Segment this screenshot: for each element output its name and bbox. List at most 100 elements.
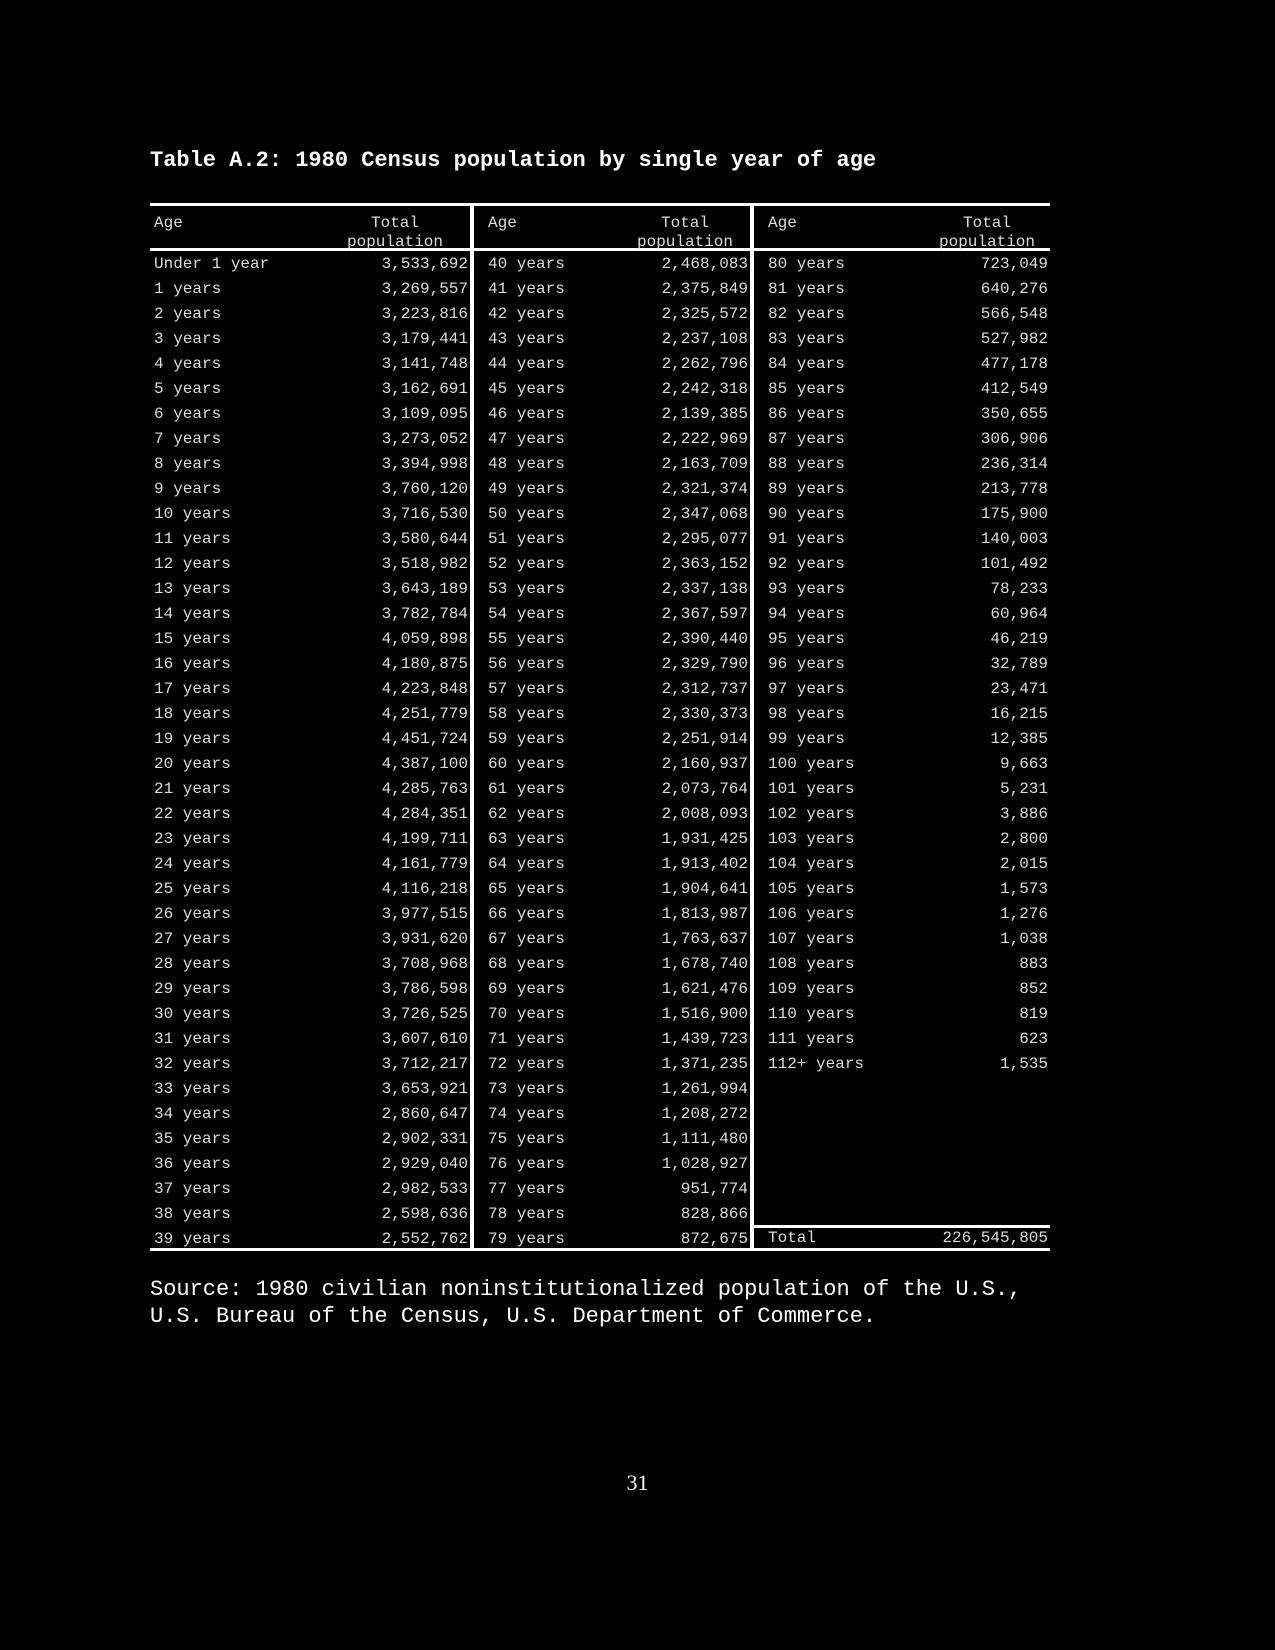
population-cell: 3,269,557: [381, 280, 468, 298]
age-cell: 76 years: [488, 1155, 565, 1173]
age-cell: 69 years: [488, 980, 565, 998]
population-cell: 3,760,120: [381, 480, 468, 498]
table-row: 32 years 3,712,217: [150, 1052, 470, 1077]
age-cell: 23 years: [154, 830, 231, 848]
table-row: 63 years 1,931,425: [474, 827, 750, 852]
population-cell: 1,904,641: [661, 880, 748, 898]
age-cell: 30 years: [154, 1005, 231, 1023]
age-cell: 96 years: [768, 655, 845, 673]
population-cell: 1,208,272: [661, 1105, 748, 1123]
table-row: 39 years 2,552,762: [150, 1227, 470, 1252]
population-cell: 2,015: [999, 855, 1048, 873]
population-cell: 5,231: [999, 780, 1048, 798]
table-row: 103 years 2,800: [754, 827, 1050, 852]
table-row: 44 years 2,262,796: [474, 352, 750, 377]
population-cell: 3,708,968: [381, 955, 468, 973]
population-cell: 4,387,100: [381, 755, 468, 773]
table-row: 40 years 2,468,083: [474, 252, 750, 277]
age-cell: 35 years: [154, 1130, 231, 1148]
column-header: Age Total population: [474, 206, 750, 251]
age-cell: 33 years: [154, 1080, 231, 1098]
table-row: 109 years 852: [754, 977, 1050, 1002]
population-cell: 3,223,816: [381, 305, 468, 323]
age-cell: 98 years: [768, 705, 845, 723]
age-cell: 108 years: [768, 955, 855, 973]
age-cell: 92 years: [768, 555, 845, 573]
table-row: 55 years 2,390,440: [474, 627, 750, 652]
population-cell: 1,028,927: [661, 1155, 748, 1173]
table-row: 90 years 175,900: [754, 502, 1050, 527]
table-row: 43 years 2,237,108: [474, 327, 750, 352]
population-cell: 4,199,711: [381, 830, 468, 848]
table-row: 105 years 1,573: [754, 877, 1050, 902]
table-row: 51 years 2,295,077: [474, 527, 750, 552]
population-cell: 2,363,152: [661, 555, 748, 573]
population-cell: 2,160,937: [661, 755, 748, 773]
table-row: 101 years 5,231: [754, 777, 1050, 802]
table-row: 106 years 1,276: [754, 902, 1050, 927]
table-row: 26 years 3,977,515: [150, 902, 470, 927]
table-row: 50 years 2,347,068: [474, 502, 750, 527]
age-cell: 24 years: [154, 855, 231, 873]
population-cell: 12,385: [990, 730, 1048, 748]
table-row: 15 years 4,059,898: [150, 627, 470, 652]
age-cell: Under 1 year: [154, 255, 270, 273]
age-cell: 9 years: [154, 480, 222, 498]
population-cell: 4,251,779: [381, 705, 468, 723]
population-cell: 23,471: [990, 680, 1048, 698]
table-row: 34 years 2,860,647: [150, 1102, 470, 1127]
table-row: 16 years 4,180,875: [150, 652, 470, 677]
population-cell: 3,726,525: [381, 1005, 468, 1023]
population-cell: 175,900: [980, 505, 1048, 523]
age-cell: 107 years: [768, 930, 855, 948]
population-cell: 3,716,530: [381, 505, 468, 523]
table-row: 99 years 12,385: [754, 727, 1050, 752]
population-cell: 3,886: [999, 805, 1048, 823]
population-cell: 819: [1019, 1005, 1048, 1023]
age-cell: 43 years: [488, 330, 565, 348]
age-cell: 40 years: [488, 255, 565, 273]
age-cell: 90 years: [768, 505, 845, 523]
table-row: 29 years 3,786,598: [150, 977, 470, 1002]
table-row: 69 years 1,621,476: [474, 977, 750, 1002]
column-rows: 80 years 723,049 81 years 640,276 82 years 56…: [754, 252, 1050, 1077]
table-row: 52 years 2,363,152: [474, 552, 750, 577]
table-row: 10 years 3,716,530: [150, 502, 470, 527]
table-row: 54 years 2,367,597: [474, 602, 750, 627]
population-cell: 2,929,040: [381, 1155, 468, 1173]
age-cell: 79 years: [488, 1230, 565, 1248]
age-cell: 61 years: [488, 780, 565, 798]
age-cell: 17 years: [154, 680, 231, 698]
population-cell: 32,789: [990, 655, 1048, 673]
table-row: 1 years 3,269,557: [150, 277, 470, 302]
table-row: 30 years 3,726,525: [150, 1002, 470, 1027]
table-row: 71 years 1,439,723: [474, 1027, 750, 1052]
table-column-2: Age Total population 40 years 2,468,083 41…: [474, 203, 750, 1251]
table-row: 83 years 527,982: [754, 327, 1050, 352]
population-cell: 350,655: [980, 405, 1048, 423]
table-row: 73 years 1,261,994: [474, 1077, 750, 1102]
age-cell: 110 years: [768, 1005, 855, 1023]
population-cell: 477,178: [980, 355, 1048, 373]
age-cell: 41 years: [488, 280, 565, 298]
table-row: 49 years 2,321,374: [474, 477, 750, 502]
age-cell: 36 years: [154, 1155, 231, 1173]
age-cell: 97 years: [768, 680, 845, 698]
age-cell: 39 years: [154, 1230, 231, 1248]
population-cell: 1,111,480: [661, 1130, 748, 1148]
table-row: 58 years 2,330,373: [474, 702, 750, 727]
table-row: 97 years 23,471: [754, 677, 1050, 702]
age-cell: 15 years: [154, 630, 231, 648]
table-row: 38 years 2,598,636: [150, 1202, 470, 1227]
age-cell: 112+ years: [768, 1055, 865, 1073]
table-row: 7 years 3,273,052: [150, 427, 470, 452]
population-cell: 1,261,994: [661, 1080, 748, 1098]
population-cell: 2,860,647: [381, 1105, 468, 1123]
table-row: 82 years 566,548: [754, 302, 1050, 327]
population-cell: 3,109,095: [381, 405, 468, 423]
population-cell: 2,237,108: [661, 330, 748, 348]
table-row: 74 years 1,208,272: [474, 1102, 750, 1127]
population-cell: 3,273,052: [381, 430, 468, 448]
table-row: 60 years 2,160,937: [474, 752, 750, 777]
age-cell: 74 years: [488, 1105, 565, 1123]
